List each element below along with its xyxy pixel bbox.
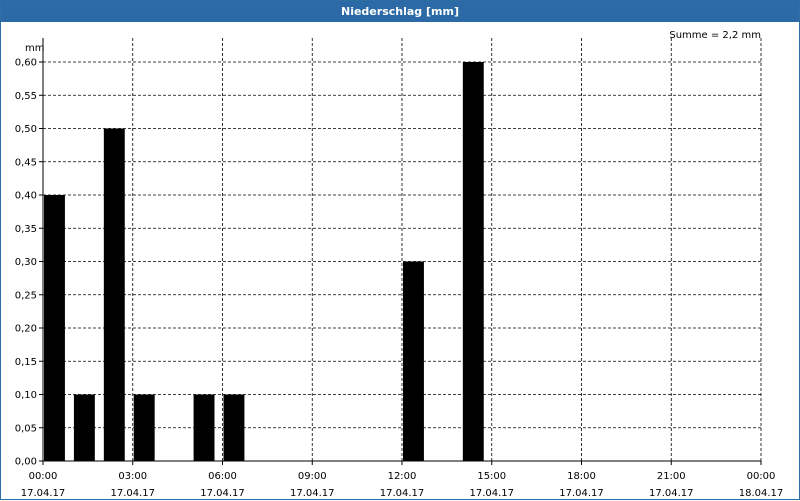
y-tick-label: 0,55 [15,91,37,102]
y-tick-label: 0,45 [15,157,37,168]
x-tick-time-label: 00:00 [747,471,776,482]
y-tick-label: 0,60 [15,58,37,69]
bar [223,394,245,461]
y-tick-label: 0,50 [15,124,37,135]
bar [462,62,484,461]
y-tick-label: 0,30 [15,257,37,268]
bar [103,128,125,461]
bar [73,394,95,461]
bar [133,394,155,461]
x-tick-time-label: 00:00 [29,471,58,482]
precipitation-chart: 0,00 0,05 0,10 0,15 0,20 0,25 0,30 0,35 0,40 0,45… [15,30,784,500]
y-axis-unit-label: mm [25,43,44,54]
sum-annotation: Summe = 2,2 mm [669,30,761,41]
y-tick-label: 0,15 [15,357,37,368]
x-tick-date-label: 17.04.17 [469,488,514,499]
x-tick-time-label: 15:00 [477,471,506,482]
x-tick-time-label: 21:00 [657,471,686,482]
y-tick-label: 0,10 [15,390,37,401]
tick-labels: 0,00 0,05 0,10 0,15 0,20 0,25 0,30 0,35 0,40 0,45… [15,58,784,500]
x-tick-date-label: 17.04.17 [21,488,66,499]
chart-window: Niederschlag [mm] 0,00 0,05 0,10 0,15 0,20 0,… [0,0,800,500]
x-tick-date-label: 17.04.17 [110,488,155,499]
x-tick-date-label: 17.04.17 [649,488,694,499]
x-tick-time-label: 12:00 [388,471,417,482]
x-tick-date-label: 17.04.17 [200,488,245,499]
x-tick-time-label: 18:00 [567,471,596,482]
x-tick-time-label: 09:00 [298,471,327,482]
bar [193,394,215,461]
y-tick-label: 0,20 [15,324,37,335]
x-tick-time-label: 06:00 [208,471,237,482]
x-tick-date-label: 17.04.17 [380,488,425,499]
x-tick-time-label: 03:00 [118,471,147,482]
y-tick-label: 0,05 [15,423,37,434]
bar [403,261,424,461]
bar [44,195,65,461]
y-tick-label: 0,00 [15,457,37,468]
y-tick-label: 0,35 [15,224,37,235]
y-tick-label: 0,25 [15,290,37,301]
x-tick-date-label: 17.04.17 [290,488,335,499]
y-tick-label: 0,40 [15,191,37,202]
x-tick-date-label: 18.04.17 [739,488,784,499]
x-tick-date-label: 17.04.17 [559,488,604,499]
